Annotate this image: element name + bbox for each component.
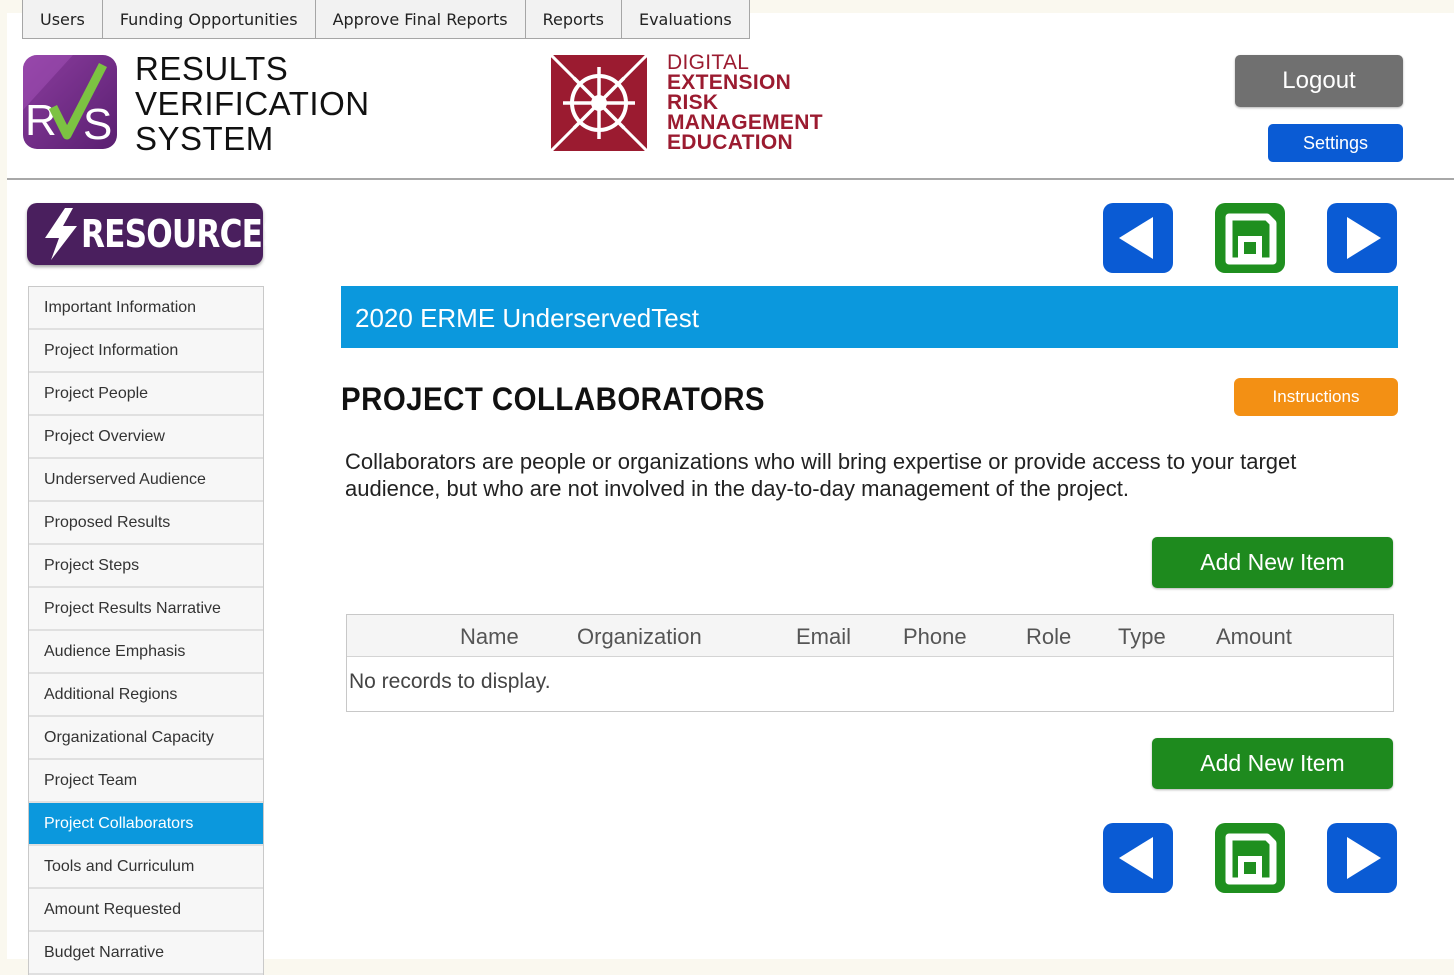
- page-description: Collaborators are people or organization…: [345, 449, 1297, 501]
- rvs-title-line: RESULTS: [135, 50, 289, 87]
- rvs-title: RESULTS VERIFICATION SYSTEM: [135, 51, 370, 156]
- sidebar-item-project-people[interactable]: Project People: [29, 373, 263, 416]
- page: Users Funding Opportunities Approve Fina…: [7, 0, 1454, 975]
- column-header-phone[interactable]: Phone: [903, 615, 967, 659]
- top-nav-approve-final-reports[interactable]: Approve Final Reports: [316, 0, 526, 38]
- floppy-disk-icon: [1225, 213, 1277, 265]
- save-button-bottom[interactable]: [1215, 823, 1285, 893]
- top-nav-evaluations[interactable]: Evaluations: [622, 0, 749, 38]
- top-nav-users[interactable]: Users: [23, 0, 103, 38]
- back-button-top[interactable]: [1103, 203, 1173, 273]
- derme-title-line: DIGITAL: [667, 51, 750, 74]
- save-button-top[interactable]: [1215, 203, 1285, 273]
- column-header-email[interactable]: Email: [796, 615, 851, 659]
- top-nav-reports[interactable]: Reports: [526, 0, 622, 38]
- forward-button-top[interactable]: [1327, 203, 1397, 273]
- project-banner: 2020 ERME UnderservedTest: [341, 286, 1398, 348]
- sidebar-item-audience-emphasis[interactable]: Audience Emphasis: [29, 631, 263, 674]
- floppy-disk-icon: [1225, 833, 1277, 885]
- table-header: Name Organization Email Phone Role Type …: [347, 615, 1393, 657]
- top-nav-funding-opportunities[interactable]: Funding Opportunities: [103, 0, 316, 38]
- settings-button[interactable]: Settings: [1268, 124, 1403, 162]
- column-header-name[interactable]: Name: [460, 615, 519, 659]
- back-button-bottom[interactable]: [1103, 823, 1173, 893]
- sidebar-item-organizational-capacity[interactable]: Organizational Capacity: [29, 717, 263, 760]
- resources-badge: RESOURCES: [27, 203, 285, 265]
- column-header-organization[interactable]: Organization: [577, 615, 702, 659]
- rvs-title-line: VERIFICATION: [135, 85, 370, 122]
- sidebar-item-underserved-audience[interactable]: Underserved Audience: [29, 459, 263, 502]
- back-arrow-icon: [1119, 217, 1153, 259]
- forward-button-bottom[interactable]: [1327, 823, 1397, 893]
- column-header-role[interactable]: Role: [1026, 615, 1071, 659]
- sidebar-item-project-results-narrative[interactable]: Project Results Narrative: [29, 588, 263, 631]
- collaborators-table: Name Organization Email Phone Role Type …: [346, 614, 1394, 712]
- sidebar-item-proposed-results[interactable]: Proposed Results: [29, 502, 263, 545]
- sidebar: Important Information Project Informatio…: [28, 286, 264, 975]
- add-new-item-button-bottom[interactable]: Add New Item: [1152, 738, 1393, 789]
- sidebar-item-additional-regions[interactable]: Additional Regions: [29, 674, 263, 717]
- lightning-bolt-icon: [39, 206, 83, 262]
- resources-label: RESOURCES: [81, 212, 285, 256]
- forward-arrow-icon: [1347, 837, 1381, 879]
- sidebar-item-project-overview[interactable]: Project Overview: [29, 416, 263, 459]
- top-nav: Users Funding Opportunities Approve Fina…: [22, 0, 750, 39]
- forward-arrow-icon: [1347, 217, 1381, 259]
- derme-title-line: EDUCATION: [667, 131, 793, 154]
- derme-title-line: EXTENSION: [667, 71, 792, 94]
- column-header-amount[interactable]: Amount: [1216, 615, 1292, 659]
- sidebar-item-budget-narrative[interactable]: Budget Narrative: [29, 932, 263, 975]
- derme-title-line: RISK: [667, 91, 719, 114]
- instructions-button[interactable]: Instructions: [1234, 378, 1398, 416]
- header-divider: [7, 178, 1454, 180]
- sidebar-item-tools-and-curriculum[interactable]: Tools and Curriculum: [29, 846, 263, 889]
- sidebar-item-project-team[interactable]: Project Team: [29, 760, 263, 803]
- back-arrow-icon: [1119, 837, 1153, 879]
- svg-text:S: S: [83, 100, 112, 149]
- logout-button[interactable]: Logout: [1235, 55, 1403, 107]
- empty-table-message: No records to display.: [349, 670, 551, 693]
- derme-title: DIGITAL EXTENSION RISK MANAGEMENT EDUCAT…: [667, 51, 823, 154]
- rvs-title-line: SYSTEM: [135, 120, 274, 157]
- helm-wheel-logo: [549, 53, 649, 153]
- add-new-item-button-top[interactable]: Add New Item: [1152, 537, 1393, 588]
- svg-text:R: R: [25, 96, 57, 145]
- derme-title-line: MANAGEMENT: [667, 111, 823, 134]
- rvs-logo: R S: [23, 55, 117, 149]
- page-title: PROJECT COLLABORATORS: [341, 381, 766, 417]
- sidebar-item-important-information[interactable]: Important Information: [29, 287, 263, 330]
- sidebar-item-project-steps[interactable]: Project Steps: [29, 545, 263, 588]
- sidebar-item-project-collaborators[interactable]: Project Collaborators: [29, 803, 263, 846]
- sidebar-item-project-information[interactable]: Project Information: [29, 330, 263, 373]
- column-header-type[interactable]: Type: [1118, 615, 1166, 659]
- sidebar-item-amount-requested[interactable]: Amount Requested: [29, 889, 263, 932]
